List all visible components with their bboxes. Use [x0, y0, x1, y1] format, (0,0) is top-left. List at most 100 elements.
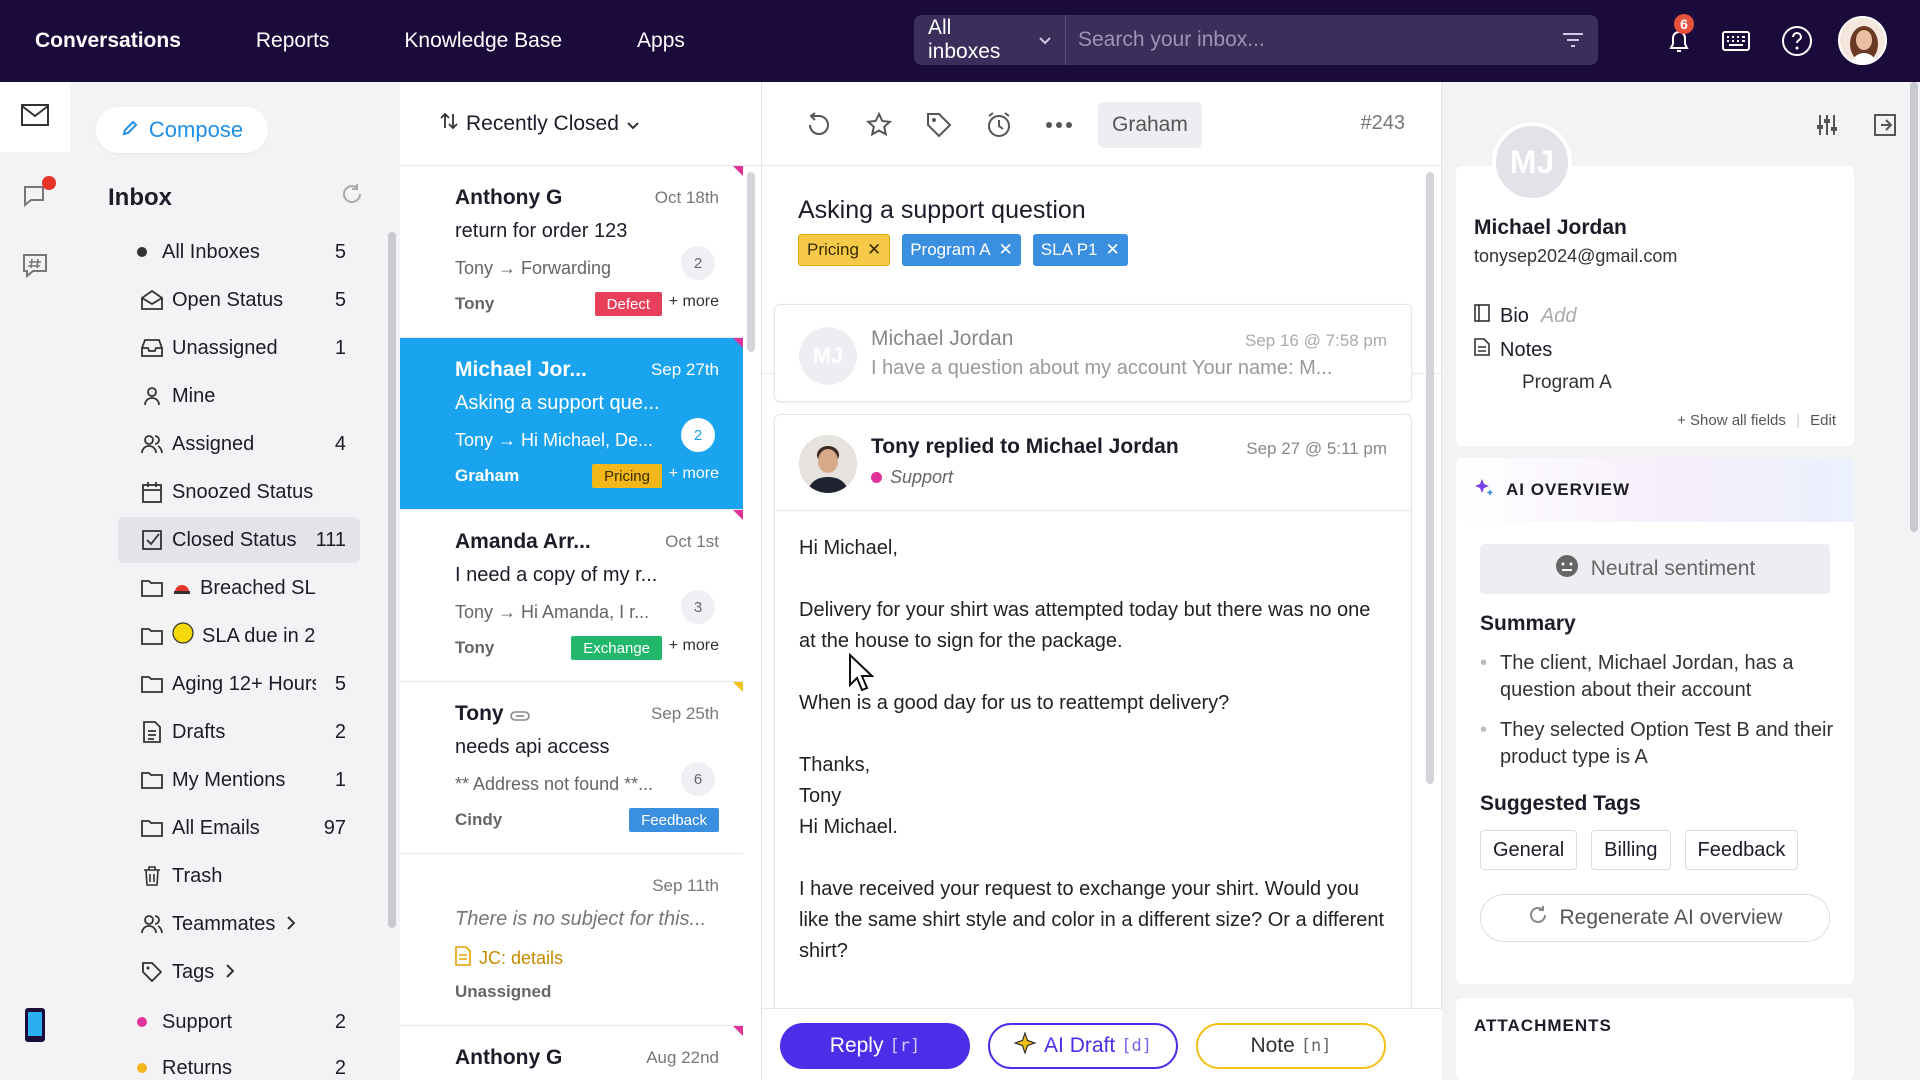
ai-overview-header: AI OVERVIEW: [1456, 458, 1854, 522]
snooze-clock-icon[interactable]: [982, 108, 1016, 142]
collapse-panel-icon[interactable]: [1862, 102, 1908, 148]
sidebar-item-all-inboxes[interactable]: All Inboxes 5: [118, 229, 360, 275]
user-avatar[interactable]: [1838, 16, 1887, 65]
sidebar-item-aging[interactable]: Aging 12+ Hours 5: [128, 661, 360, 707]
reply-button[interactable]: Reply [r]: [780, 1023, 970, 1069]
suggested-tag[interactable]: Billing: [1591, 830, 1671, 870]
sort-label: Recently Closed: [466, 111, 619, 135]
help-icon[interactable]: [1778, 22, 1816, 60]
sidebar-item-count: 4: [334, 432, 346, 455]
conversation-item[interactable]: Anthony G Oct 18th return for order 123 …: [400, 166, 743, 338]
sidebar-item-count: 2: [334, 1056, 346, 1079]
sidebar-item-unassigned[interactable]: Unassigned 1: [128, 325, 360, 371]
collapsed-message[interactable]: MJ Michael Jordan Sep 16 @ 7:58 pm I hav…: [774, 304, 1412, 402]
contact-links: + Show all fields | Edit: [1677, 412, 1836, 429]
nav-conversations[interactable]: Conversations: [35, 29, 181, 53]
folder-icon: [140, 819, 164, 837]
conversation-item[interactable]: Tony Sep 25th needs api access ** Addres…: [400, 682, 743, 854]
chevron-down-icon: [1039, 32, 1051, 48]
tag-pill[interactable]: Program A ✕: [902, 234, 1021, 266]
message-scrollbar[interactable]: [1426, 172, 1434, 784]
search-input[interactable]: [1066, 28, 1548, 52]
more-tags-link[interactable]: + more: [669, 637, 719, 655]
show-all-fields-link[interactable]: + Show all fields: [1677, 412, 1786, 429]
sidebar-item-trash[interactable]: Trash: [128, 853, 360, 899]
inbox-select-label: All inboxes: [928, 16, 1001, 63]
more-options-icon[interactable]: [1042, 108, 1076, 142]
remove-tag-icon[interactable]: ✕: [999, 240, 1013, 260]
contact-notes-row: Notes: [1474, 338, 1552, 362]
sidebar-item-breached-sla[interactable]: Breached SLA: [128, 565, 360, 611]
more-tags-link[interactable]: + more: [669, 293, 719, 311]
calendar-icon: [140, 481, 164, 503]
agent-avatar: [799, 435, 857, 493]
book-icon: [1474, 304, 1500, 328]
contact-card: MJ Michael Jordan tonysep2024@gmail.com …: [1456, 122, 1854, 446]
sidebar-item-open-status[interactable]: Open Status 5: [128, 277, 360, 323]
filter-icon[interactable]: [1548, 32, 1598, 48]
sidebar-scrollbar[interactable]: [388, 232, 396, 928]
sidebar-item-assigned[interactable]: Assigned 4: [128, 421, 360, 467]
notifications-bell-icon[interactable]: 6: [1660, 14, 1698, 60]
ai-overview-card: AI OVERVIEW Neutral sentiment Summary Th…: [1456, 458, 1854, 984]
remove-tag-icon[interactable]: ✕: [867, 240, 881, 260]
sidebar-item-tags[interactable]: Tags: [128, 949, 360, 995]
rail-inbox-item[interactable]: [0, 82, 70, 152]
sidebar-item-teammates[interactable]: Teammates: [128, 901, 360, 947]
ai-draft-button[interactable]: AI Draft [d]: [988, 1023, 1178, 1069]
sidebar-item-mine[interactable]: Mine: [128, 373, 360, 419]
tag-pill[interactable]: SLA P1 ✕: [1032, 234, 1128, 266]
nav-knowledge-base[interactable]: Knowledge Base: [404, 29, 562, 53]
rail-chat-item[interactable]: [0, 162, 70, 232]
edit-contact-link[interactable]: Edit: [1810, 412, 1836, 429]
sidebar-item-support[interactable]: Support 2: [118, 999, 360, 1045]
regenerate-ai-overview-button[interactable]: Regenerate AI overview: [1480, 894, 1830, 942]
conversation-date: Oct 1st: [665, 532, 719, 551]
rail-mobile-item[interactable]: [0, 992, 70, 1062]
keyboard-icon[interactable]: [1717, 22, 1755, 60]
sidebar-item-label: Trash: [172, 864, 223, 887]
inbox-select-dropdown[interactable]: All inboxes: [914, 15, 1066, 65]
nav-reports[interactable]: Reports: [256, 29, 330, 53]
suggested-tag[interactable]: Feedback: [1684, 830, 1799, 870]
note-shortcut: [n]: [1300, 1036, 1332, 1056]
conversation-name: Tony: [455, 702, 504, 725]
bio-add-link[interactable]: Add: [1541, 305, 1577, 328]
sidebar-item-drafts[interactable]: Drafts 2: [128, 709, 360, 755]
conversation-item[interactable]: Amanda Arr... Oct 1st I need a copy of m…: [400, 510, 743, 682]
reopen-icon[interactable]: [802, 108, 836, 142]
star-icon[interactable]: [862, 108, 896, 142]
user-icon: [140, 386, 164, 406]
settings-sliders-icon[interactable]: [1804, 102, 1850, 148]
conversation-preview: Tony → Forwarding: [455, 258, 612, 278]
tag-badge: Defect: [594, 292, 662, 316]
compose-button[interactable]: Compose: [96, 107, 268, 153]
sidebar-item-count: 111: [315, 528, 346, 551]
remove-tag-icon[interactable]: ✕: [1106, 240, 1120, 260]
rail-channels-item[interactable]: [0, 232, 70, 302]
mouse-cursor-icon: [848, 652, 875, 698]
sidebar-item-all-emails[interactable]: All Emails 97: [128, 805, 360, 851]
contact-panel-scrollbar[interactable]: [1910, 82, 1918, 532]
conversation-list-scrollbar[interactable]: [747, 172, 755, 352]
refresh-icon[interactable]: [340, 182, 364, 211]
sidebar-item-my-mentions[interactable]: My Mentions 1: [128, 757, 360, 803]
nav-apps[interactable]: Apps: [637, 29, 685, 53]
tag-icon[interactable]: [922, 108, 956, 142]
conversation-name: Anthony G: [455, 186, 563, 209]
sidebar-item-snoozed-status[interactable]: Snoozed Status: [128, 469, 360, 515]
conversation-date: Oct 18th: [654, 188, 719, 207]
note-button[interactable]: Note [n]: [1196, 1023, 1386, 1069]
conversation-item-selected[interactable]: Michael Jor... Sep 27th Asking a support…: [400, 338, 743, 510]
sidebar-item-returns[interactable]: Returns 2: [118, 1045, 360, 1080]
suggested-tag[interactable]: General: [1480, 830, 1578, 870]
summary-title: Summary: [1480, 612, 1576, 635]
sidebar-item-closed-status[interactable]: Closed Status 111: [118, 517, 360, 563]
conversation-item[interactable]: Sep 11th There is no subject for this...…: [400, 854, 743, 1026]
more-tags-link[interactable]: + more: [669, 465, 719, 483]
sort-dropdown[interactable]: Recently Closed: [400, 82, 761, 166]
sidebar-item-sla-due[interactable]: SLA due in 2...: [128, 613, 360, 659]
tag-pill[interactable]: Pricing ✕: [798, 234, 891, 266]
conversation-item[interactable]: Anthony G Aug 22nd: [400, 1026, 743, 1080]
assignee-chip[interactable]: Graham: [1098, 102, 1202, 148]
